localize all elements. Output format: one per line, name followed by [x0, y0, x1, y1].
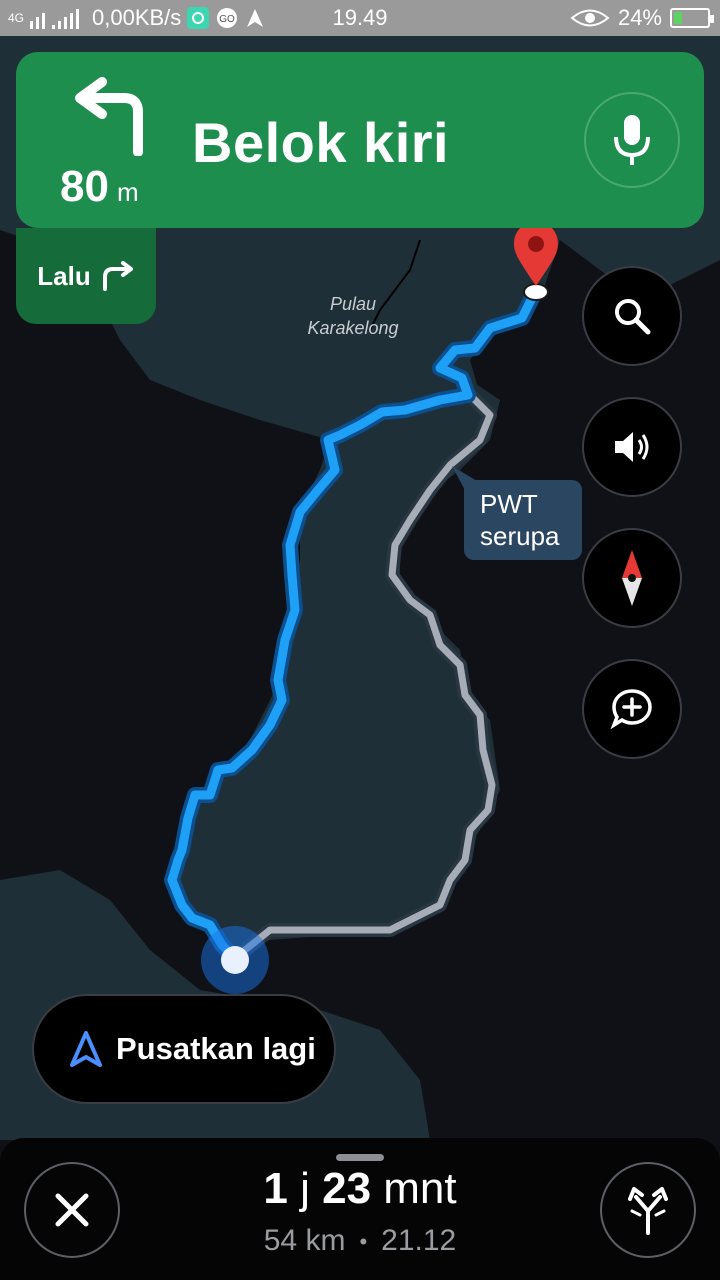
search-icon [615, 299, 651, 335]
report-button[interactable] [582, 659, 682, 759]
sound-button[interactable] [582, 397, 682, 497]
search-button[interactable] [582, 266, 682, 366]
arrival-time: 21.12 [381, 1224, 457, 1257]
navigation-banner[interactable]: 80 m Belok kiri [16, 52, 704, 228]
distance-value: 80 [60, 162, 109, 211]
duration-minutes: 23 [322, 1164, 372, 1213]
status-bar: 4G 0,00KB/s GO 19.49 24% [0, 0, 720, 36]
hours-unit: j [300, 1164, 310, 1213]
voice-search-button[interactable] [584, 92, 680, 188]
recenter-label: Pusatkan lagi [116, 1031, 316, 1066]
then-maneuver-chip[interactable]: Lalu [16, 228, 156, 324]
route-fork-icon [628, 1187, 668, 1235]
current-location-icon [201, 926, 269, 994]
turn-instruction: Belok kiri [192, 111, 450, 174]
battery-icon [670, 8, 714, 28]
battery-fill [674, 12, 682, 24]
compass-icon [622, 550, 642, 606]
status-right: 24% [570, 5, 714, 31]
trip-summary-sheet[interactable]: 1 j 23 mnt 54 km • 21.12 [0, 1138, 720, 1280]
navigation-arrow-icon [70, 1031, 102, 1067]
route-callout[interactable]: PWT serupa [464, 480, 582, 560]
microphone-icon [614, 115, 650, 165]
minutes-unit: mnt [383, 1164, 457, 1213]
battery-percent: 24% [617, 5, 662, 30]
compass-button[interactable] [582, 528, 682, 628]
trip-distance: 54 km [263, 1224, 346, 1257]
island-label: Pulau Karakelong [307, 294, 399, 338]
recenter-button[interactable]: Pusatkan lagi [32, 994, 336, 1104]
distance-unit: m [116, 177, 139, 207]
alternate-routes-button[interactable] [600, 1162, 696, 1258]
then-label: Lalu [37, 260, 91, 291]
sheet-handle[interactable] [336, 1154, 384, 1161]
duration-hours: 1 [263, 1164, 288, 1213]
eye-icon [570, 9, 610, 27]
distance-readout: 80 m [60, 162, 139, 212]
separator: • [359, 1229, 368, 1255]
add-report-icon [610, 689, 652, 730]
speaker-icon [615, 432, 649, 462]
turn-left-icon [75, 77, 143, 156]
turn-right-icon [102, 261, 133, 291]
